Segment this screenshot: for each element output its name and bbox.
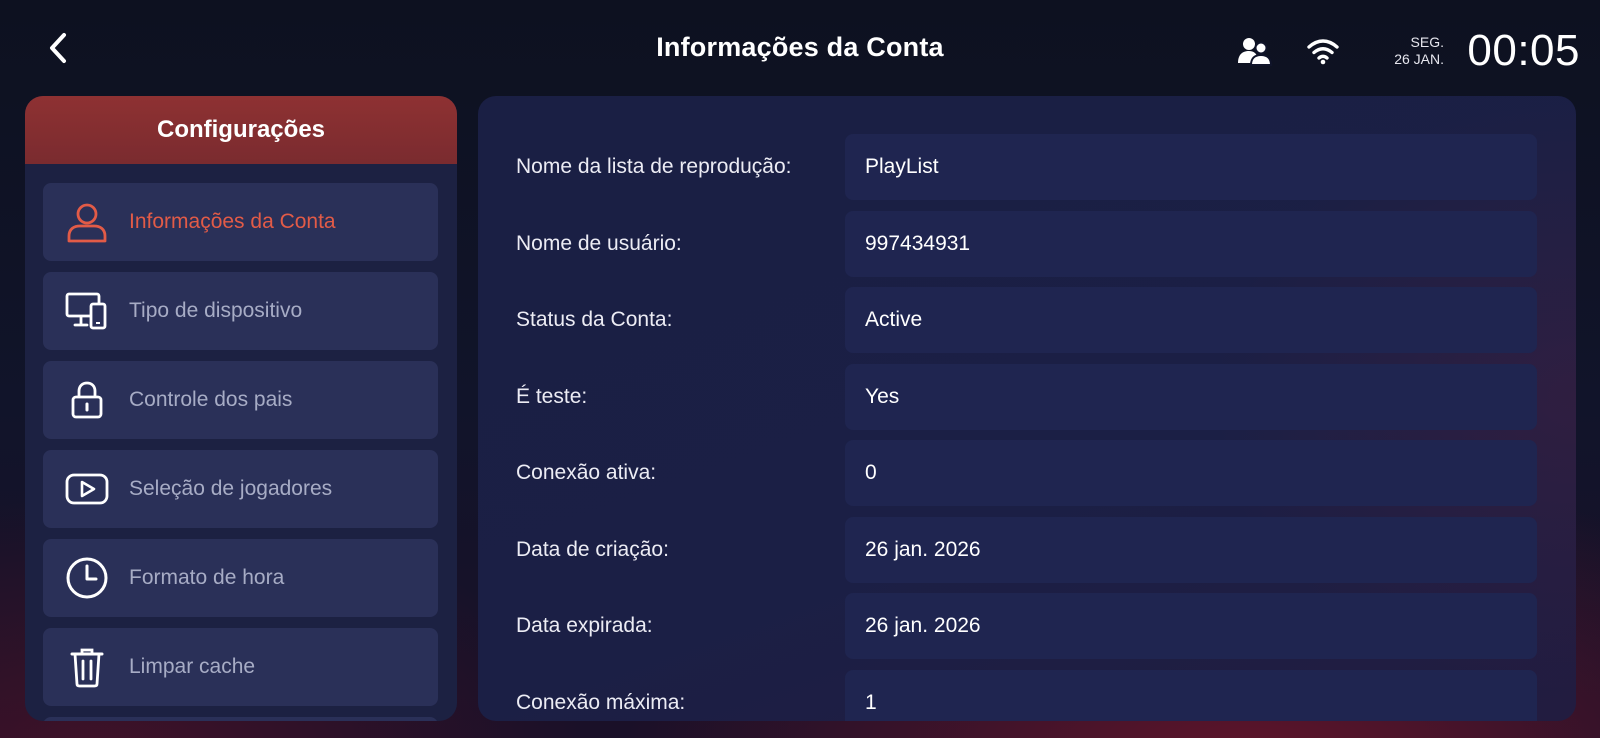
info-label: Nome da lista de reprodução: xyxy=(516,155,792,178)
info-value: Active xyxy=(845,287,1537,353)
menu-item-label: Formato de hora xyxy=(129,566,285,589)
info-label: Conexão ativa: xyxy=(516,461,657,484)
info-row-playlist-name: Nome da lista de reprodução: PlayList xyxy=(478,134,1576,211)
info-row-is-trial: É teste: Yes xyxy=(478,363,1576,441)
top-bar: Informações da Conta SEG. 26 JAN. 00:05 xyxy=(0,0,1600,94)
menu-item-player-selection[interactable]: Seleção de jogadores xyxy=(43,450,438,528)
users-icon[interactable] xyxy=(1236,34,1274,68)
info-row-active-connections: Conexão ativa: 0 xyxy=(478,440,1576,517)
info-label: Status da Conta: xyxy=(516,308,673,331)
account-info-panel: Nome da lista de reprodução: PlayList No… xyxy=(478,96,1576,721)
info-row-max-connections: Conexão máxima: 1 xyxy=(478,669,1576,721)
date-display: SEG. 26 JAN. xyxy=(1372,34,1444,68)
menu-item-clear-cache[interactable]: Limpar cache xyxy=(43,628,438,706)
weekday-label: SEG. xyxy=(1410,34,1444,50)
date-label: 26 JAN. xyxy=(1394,51,1444,67)
info-value: 0 xyxy=(845,440,1537,506)
info-row-expiry-date: Data expirada: 26 jan. 2026 xyxy=(478,593,1576,670)
sidebar-title: Configurações xyxy=(25,96,457,164)
info-value: 26 jan. 2026 xyxy=(845,593,1537,659)
info-label: Data expirada: xyxy=(516,614,653,637)
info-value: Yes xyxy=(845,363,1537,430)
info-row-account-status: Status da Conta: Active xyxy=(478,287,1576,364)
info-value: 997434931 xyxy=(845,210,1537,277)
player-icon xyxy=(65,467,109,511)
info-value: PlayList xyxy=(845,134,1537,200)
lock-icon xyxy=(65,378,109,422)
info-value: 1 xyxy=(845,669,1537,721)
menu-item-label: Informações da Conta xyxy=(129,210,336,233)
menu-item-device-type[interactable]: Tipo de dispositivo xyxy=(43,272,438,350)
info-value: 26 jan. 2026 xyxy=(845,516,1537,583)
info-label: Conexão máxima: xyxy=(516,690,686,714)
user-icon xyxy=(65,200,109,244)
info-row-username: Nome de usuário: 997434931 xyxy=(478,210,1576,288)
menu-item-account-info[interactable]: Informações da Conta xyxy=(43,183,438,261)
trash-icon xyxy=(65,645,109,689)
info-label: É teste: xyxy=(516,384,588,408)
info-label: Nome de usuário: xyxy=(516,231,682,255)
menu-item-time-format[interactable]: Formato de hora xyxy=(43,539,438,617)
info-row-created-date: Data de criação: 26 jan. 2026 xyxy=(478,516,1576,594)
devices-icon xyxy=(65,289,109,333)
menu-item-label: Tipo de dispositivo xyxy=(129,299,303,322)
menu-item-parental-control[interactable]: Controle dos pais xyxy=(43,361,438,439)
menu-item-label: Controle dos pais xyxy=(129,388,293,411)
settings-sidebar: Configurações Informações da Conta Tipo … xyxy=(25,96,457,721)
clock-icon xyxy=(65,556,109,600)
info-label: Data de criação: xyxy=(516,537,669,561)
page-title: Informações da Conta xyxy=(656,32,944,62)
menu-item-label: Seleção de jogadores xyxy=(129,477,333,500)
wifi-icon xyxy=(1304,34,1342,68)
settings-menu: Informações da Conta Tipo de dispositivo xyxy=(43,183,438,721)
clock: 00:05 xyxy=(1467,26,1580,75)
menu-item-label: Limpar cache xyxy=(129,655,256,678)
menu-item-more[interactable] xyxy=(43,717,438,721)
account-info-list: Nome da lista de reprodução: PlayList No… xyxy=(478,134,1576,721)
